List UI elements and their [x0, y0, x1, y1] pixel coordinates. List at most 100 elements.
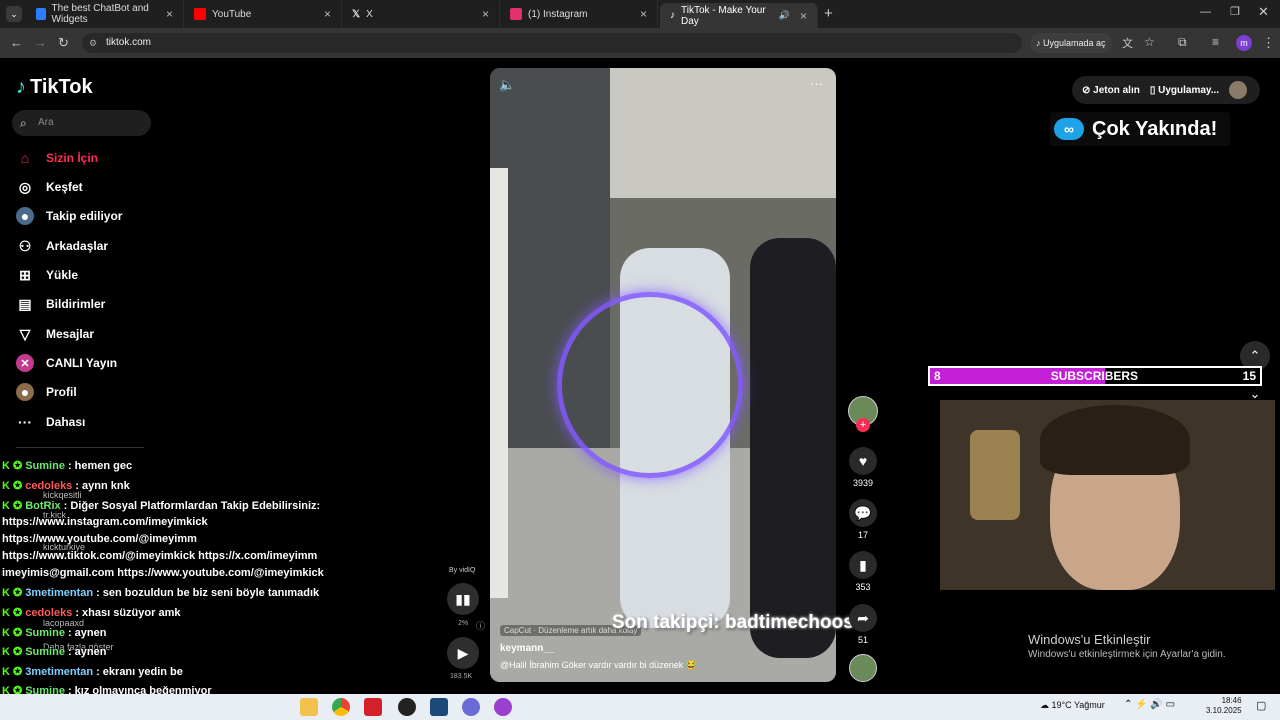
- translate-icon[interactable]: 文: [1122, 35, 1133, 51]
- close-tab-icon[interactable]: ×: [166, 7, 173, 21]
- tab-youtube[interactable]: YouTube ×: [184, 0, 342, 28]
- tab-x[interactable]: 𝕏 X ×: [342, 0, 500, 28]
- instagram-tab-icon: [510, 8, 522, 20]
- weather-widget[interactable]: ☁ 19°C Yağmur: [1040, 700, 1105, 711]
- bar-chart-icon: ▮▮: [455, 590, 471, 607]
- close-tab-icon[interactable]: ×: [640, 7, 647, 21]
- comment-icon[interactable]: 💬: [849, 499, 877, 527]
- tiktok-logo-text: TikTok: [30, 76, 93, 98]
- subs-current: 8: [934, 369, 941, 383]
- windows-activate-subtitle: Windows'u etkinleştirmek için Ayarlar'a …: [1028, 649, 1226, 660]
- vidiq-stats-button[interactable]: ▮▮: [447, 583, 479, 615]
- share-group[interactable]: ➦ 51: [848, 604, 878, 645]
- tab-label: X: [366, 8, 373, 20]
- taskbar-steam-icon[interactable]: [430, 698, 448, 716]
- reading-list-icon[interactable]: ≡: [1212, 35, 1219, 49]
- sidebar-item-following[interactable]: ● Takip ediliyor: [16, 205, 122, 227]
- extensions-icon[interactable]: ⧉: [1178, 35, 1187, 50]
- minimize-button[interactable]: —: [1200, 6, 1211, 18]
- following-icon: ●: [16, 207, 34, 225]
- sidebar-item-label: Arkadaşlar: [46, 239, 109, 253]
- sidebar-item-for-you[interactable]: ⌂ Sizin İçin: [16, 147, 98, 169]
- sidebar-item-notifications[interactable]: ▤ Bildirimler: [16, 293, 105, 315]
- heart-icon[interactable]: ♥: [849, 447, 877, 475]
- mute-icon[interactable]: 🔈: [499, 77, 515, 93]
- chat-text: imeyimis@gmail.com https://www.youtube.c…: [2, 567, 324, 579]
- sidebar-item-live[interactable]: ✕ CANLI Yayın: [16, 352, 117, 374]
- bookmark-icon[interactable]: ▮: [849, 551, 877, 579]
- tab-label: (1) Instagram: [528, 8, 588, 20]
- bookmark-star-icon[interactable]: ☆: [1144, 35, 1155, 49]
- tiktok-logo[interactable]: ♪ TikTok: [16, 76, 93, 99]
- like-group[interactable]: ♥ 3939: [848, 447, 878, 488]
- comment-group[interactable]: 💬 17: [848, 499, 878, 540]
- kick-badge-icon: K ✪: [2, 607, 23, 619]
- maximize-button[interactable]: ❐: [1230, 5, 1240, 18]
- notifications-icon[interactable]: ▢: [1256, 699, 1266, 712]
- share-icon[interactable]: ➦: [849, 604, 877, 632]
- close-tab-icon[interactable]: ×: [324, 7, 331, 21]
- taskbar-obs-icon[interactable]: [398, 698, 416, 716]
- sidebar-item-more[interactable]: ··· Dahası: [16, 411, 85, 433]
- search-input[interactable]: ⌕ Ara: [12, 110, 151, 136]
- tab-label: YouTube: [212, 8, 252, 20]
- chat-text: : sen bozuldun be biz seni böyle tanımad…: [96, 587, 320, 599]
- close-window-button[interactable]: ✕: [1258, 4, 1269, 20]
- tab-chatbot[interactable]: The best ChatBot and Widgets ×: [26, 0, 184, 28]
- video-username[interactable]: keymann__: [500, 643, 554, 654]
- sidebar-item-messages[interactable]: ▽ Mesajlar: [16, 323, 94, 345]
- webcam-lamp: [970, 430, 1020, 520]
- play-button[interactable]: ▶: [447, 637, 479, 669]
- save-group[interactable]: ▮ 353: [848, 551, 878, 592]
- clock-time: 18:46: [1221, 696, 1242, 705]
- system-clock[interactable]: 18:46 3.10.2025: [1206, 696, 1242, 716]
- creator-avatar-group[interactable]: +: [848, 396, 878, 432]
- sidebar-item-upload[interactable]: ⊞ Yükle: [16, 264, 78, 286]
- chat-text: : ekranı yedin be: [96, 666, 183, 678]
- chat-username: Sumine: [25, 460, 65, 472]
- get-coins-button[interactable]: ⊘ Jeton alın: [1082, 85, 1140, 96]
- music-disc-icon[interactable]: [849, 654, 877, 682]
- chat-text: : aynen: [67, 627, 107, 639]
- tray-icons[interactable]: ⌃ ⚡ 🔊 ▭: [1124, 699, 1175, 710]
- tab-instagram[interactable]: (1) Instagram ×: [500, 0, 658, 28]
- taskbar-app-icon[interactable]: [364, 698, 382, 716]
- close-tab-icon[interactable]: ×: [482, 7, 489, 21]
- video-more-icon[interactable]: ···: [810, 76, 823, 91]
- taskbar-explorer-icon[interactable]: [300, 698, 318, 716]
- get-app-label: Uygulamay...: [1158, 84, 1220, 96]
- user-avatar[interactable]: [1229, 81, 1248, 99]
- vidiq-label: By vidIQ: [449, 567, 476, 574]
- reload-button[interactable]: ↻: [58, 35, 69, 51]
- back-button[interactable]: ←: [10, 35, 23, 50]
- sidebar-item-friends[interactable]: ⚇ Arkadaşlar: [16, 235, 108, 257]
- x-tab-icon: 𝕏: [352, 8, 361, 20]
- kick-badge-icon: K ✪: [2, 480, 23, 492]
- profile-avatar[interactable]: m: [1236, 35, 1252, 51]
- new-tab-button[interactable]: +: [824, 5, 833, 22]
- taskbar-chrome-icon[interactable]: [332, 698, 350, 716]
- youtube-tab-icon: [194, 8, 206, 20]
- home-icon: ⌂: [20, 150, 30, 166]
- taskbar-app2-icon[interactable]: [462, 698, 480, 716]
- close-tab-icon[interactable]: ×: [800, 9, 807, 23]
- tab-tiktok[interactable]: ♪ TikTok - Make Your Day 🔊 ×: [660, 3, 818, 28]
- sidebar-item-profile[interactable]: ● Profil: [16, 381, 77, 403]
- open-in-app-button[interactable]: ♪ Uygulamada aç: [1030, 33, 1112, 53]
- chat-username: cedoleks: [25, 607, 73, 619]
- site-info-icon[interactable]: ⚙: [89, 33, 97, 53]
- sidebar-item-explore[interactable]: ◎ Keşfet: [16, 176, 83, 198]
- chat-message: K ✪ Sumine: aynen: [2, 645, 106, 658]
- taskbar-app3-icon[interactable]: [494, 698, 512, 716]
- music-disc[interactable]: [848, 654, 878, 682]
- sidebar-item-label: Keşfet: [46, 180, 83, 194]
- tab-search-button[interactable]: ⌄: [6, 6, 22, 22]
- tab-audio-icon[interactable]: 🔊: [779, 10, 790, 21]
- info-icon[interactable]: ⓘ: [476, 619, 485, 632]
- get-app-button[interactable]: ▯ Uygulamay...: [1150, 85, 1219, 96]
- forward-button[interactable]: →: [34, 35, 47, 50]
- view-count: 183.5K: [450, 673, 473, 680]
- follow-plus-icon[interactable]: +: [856, 418, 870, 432]
- address-bar[interactable]: ⚙ tiktok.com: [82, 33, 1022, 53]
- browser-menu-icon[interactable]: ⋮: [1262, 35, 1275, 51]
